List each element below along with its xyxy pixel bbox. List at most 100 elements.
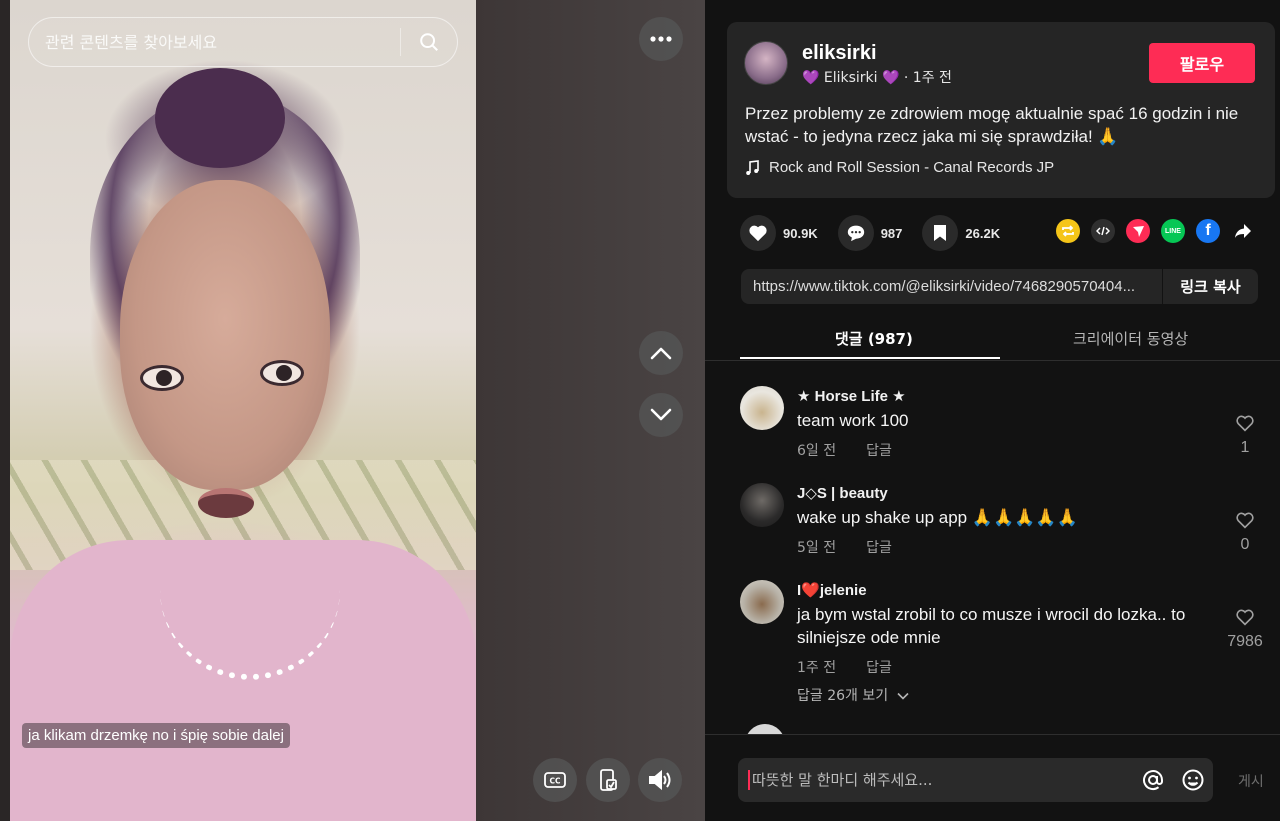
video-player[interactable] — [10, 0, 476, 821]
at-sign-icon — [1143, 770, 1163, 791]
video-area: ja klikam drzemkę no i śpię sobie dalej … — [0, 0, 705, 821]
send-icon[interactable] — [1126, 219, 1150, 243]
post-description: Przez problemy ze zdrowiem mogę aktualni… — [745, 104, 1239, 146]
heart-outline-icon — [1236, 512, 1254, 529]
video-scene-mouth — [198, 488, 254, 518]
mini-player-button[interactable] — [586, 758, 630, 802]
save-button[interactable] — [922, 215, 959, 251]
active-tab-indicator — [740, 357, 1000, 359]
comment-action: 987 — [837, 215, 903, 251]
comment-meta: 6일 전 답글 — [797, 440, 892, 460]
video-caption: ja klikam drzemkę no i śpię sobie dalej — [22, 723, 290, 748]
video-url[interactable]: https://www.tiktok.com/@eliksirki/video/… — [741, 278, 1162, 295]
repost-icon[interactable] — [1056, 219, 1080, 243]
commenter-name[interactable]: ★ Horse Life ★ — [797, 387, 906, 405]
next-video-button[interactable] — [639, 393, 683, 437]
embed-icon[interactable] — [1091, 219, 1115, 243]
chevron-up-icon — [650, 347, 672, 360]
comment-like[interactable]: 1 — [1230, 414, 1260, 457]
heart-outline-icon — [1236, 609, 1254, 626]
view-replies-label: 답글 26개 보기 — [797, 688, 889, 704]
heart-outline-icon — [1236, 415, 1254, 432]
phone-rotate-icon — [600, 769, 617, 791]
video-scene-eye-right — [260, 360, 304, 386]
search-input[interactable] — [29, 18, 400, 66]
volume-button[interactable] — [638, 758, 682, 802]
volume-icon — [649, 769, 671, 791]
line-icon[interactable]: LINE — [1161, 219, 1185, 243]
creator-username[interactable]: eliksirki — [802, 42, 877, 65]
emoji-icon — [1182, 769, 1204, 791]
creator-avatar[interactable] — [744, 41, 788, 85]
comment-like-count: 7986 — [1227, 633, 1263, 650]
commenter-name[interactable]: J◇S | beauty — [797, 484, 888, 502]
video-scene-bun — [155, 68, 285, 168]
view-replies-button[interactable]: 답글 26개 보기 — [797, 685, 909, 705]
previous-video-button[interactable] — [639, 331, 683, 375]
comment-time: 5일 전 — [797, 540, 837, 556]
post-time: 1주 전 — [912, 70, 952, 86]
search-icon — [420, 33, 438, 51]
captions-button[interactable]: CC — [533, 758, 577, 802]
comment-button[interactable] — [837, 215, 874, 251]
facebook-icon[interactable]: f — [1196, 219, 1220, 243]
comment-time: 6일 전 — [797, 443, 837, 459]
music-title: Rock and Roll Session - Canal Records JP — [769, 159, 1055, 176]
share-arrow-icon[interactable] — [1231, 219, 1255, 243]
comment-like-count: 0 — [1240, 536, 1250, 553]
save-action: 26.2K — [922, 215, 1000, 251]
comment-like-count: 1 — [1240, 439, 1250, 456]
app-root: ja klikam drzemkę no i śpię sobie dalej … — [0, 0, 1280, 821]
more-options-button[interactable] — [639, 17, 683, 61]
comment-list: ★ Horse Life ★ team work 100 6일 전 답글 1 J◇… — [705, 362, 1280, 734]
details-panel: eliksirki 💜 Eliksirki 💜 · 1주 전 팔로우 Przez… — [705, 0, 1280, 821]
comment-input[interactable] — [748, 770, 1133, 790]
comment-item: J◇S | beauty wake up shake up app 🙏🙏🙏🙏🙏 … — [740, 483, 1260, 563]
comment-meta: 1주 전 답글 — [797, 657, 892, 677]
comment-text: team work 100 — [797, 411, 909, 430]
bookmark-icon — [934, 225, 947, 241]
commenter-avatar[interactable] — [740, 580, 784, 624]
reply-button[interactable]: 답글 — [866, 540, 892, 556]
comment-icon — [847, 225, 864, 242]
comment-like[interactable]: 7986 — [1223, 608, 1267, 651]
post-comment-button[interactable]: 게시 — [1238, 771, 1264, 791]
emoji-button[interactable] — [1173, 758, 1213, 802]
save-count: 26.2K — [965, 225, 1001, 241]
commenter-avatar[interactable] — [740, 483, 784, 527]
search-bar — [28, 17, 458, 67]
creator-nickname: 💜 Eliksirki 💜 — [802, 70, 900, 86]
comment-text: wake up shake up app 🙏🙏🙏🙏🙏 — [797, 508, 1078, 527]
comment-item: ★ Horse Life ★ team work 100 6일 전 답글 1 — [740, 386, 1260, 466]
video-scene-eye-left — [140, 365, 184, 391]
tab-bar: 댓글 (987) 크리에이터 동영상 — [705, 318, 1280, 361]
like-count: 90.9K — [783, 225, 818, 241]
search-button[interactable] — [401, 18, 457, 66]
music-link[interactable]: Rock and Roll Session - Canal Records JP — [745, 159, 1054, 176]
copy-link-button[interactable]: 링크 복사 — [1162, 269, 1258, 304]
chevron-down-icon — [897, 692, 909, 700]
commenter-avatar[interactable] — [740, 386, 784, 430]
separator-dot: · — [903, 70, 913, 86]
music-note-icon — [746, 159, 759, 175]
post-info-card: eliksirki 💜 Eliksirki 💜 · 1주 전 팔로우 Przez… — [727, 22, 1275, 198]
more-icon — [650, 36, 672, 42]
heart-icon — [749, 225, 767, 242]
comment-count: 987 — [880, 225, 903, 241]
svg-text:CC: CC — [549, 777, 561, 786]
mention-button[interactable] — [1133, 758, 1173, 802]
tab-comments[interactable]: 댓글 (987) — [835, 328, 913, 349]
video-link-box: https://www.tiktok.com/@eliksirki/video/… — [741, 269, 1258, 304]
tab-creator-videos[interactable]: 크리에이터 동영상 — [1073, 328, 1188, 349]
comment-item: I❤️jelenie ja bym wstal zrobil to co mus… — [740, 580, 1263, 730]
comment-composer: 게시 — [705, 734, 1280, 821]
comment-like[interactable]: 0 — [1230, 511, 1260, 554]
like-button[interactable] — [740, 215, 776, 251]
comment-meta: 5일 전 답글 — [797, 537, 892, 557]
comment-input-box — [738, 758, 1213, 802]
reply-button[interactable]: 답글 — [866, 443, 892, 459]
closed-captions-icon: CC — [544, 772, 566, 788]
reply-button[interactable]: 답글 — [866, 660, 892, 676]
follow-button[interactable]: 팔로우 — [1149, 43, 1255, 83]
commenter-name[interactable]: I❤️jelenie — [797, 581, 867, 599]
